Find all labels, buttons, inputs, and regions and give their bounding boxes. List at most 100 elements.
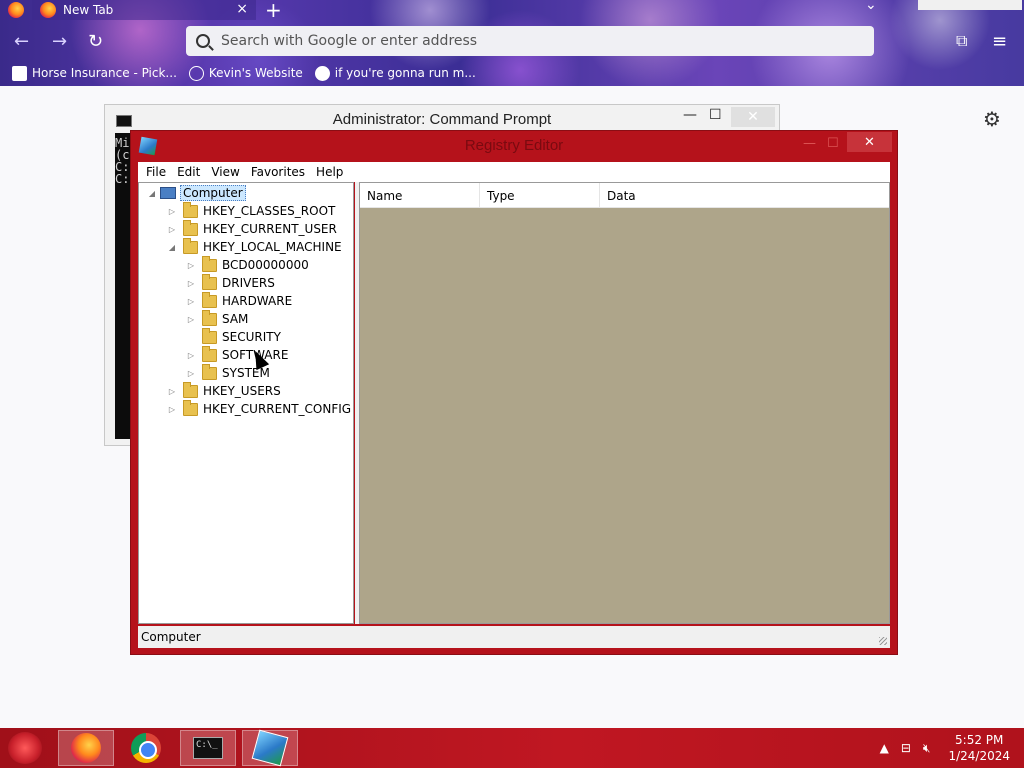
bookmark-kevins-website[interactable]: Kevin's Website [188,65,303,81]
expand-arrow-icon[interactable]: ▷ [186,351,196,360]
menu-edit[interactable]: Edit [177,165,200,179]
taskbar-chrome[interactable] [118,730,174,766]
reload-button[interactable]: ↻ [88,31,103,52]
tree-node-drivers[interactable]: ▷ DRIVERS [186,273,275,292]
folder-icon [183,381,198,398]
close-button[interactable]: ✕ [847,132,892,152]
bookmark-label: if you're gonna run m... [334,66,476,80]
window-title: Registry Editor [464,137,564,154]
folder-icon [183,237,198,254]
clock-date: 1/24/2024 [948,749,1010,763]
taskbar-cmd[interactable]: C:\_ [180,730,236,766]
bookmark-label: Horse Insurance - Pick... [32,66,177,80]
menu-favorites[interactable]: Favorites [251,165,305,179]
taskbar-firefox[interactable] [58,730,114,766]
tree-node-bcd[interactable]: ▷ BCD00000000 [186,255,309,274]
volume-muted-icon[interactable]: 🔇︎ [923,741,931,756]
menu-bar: File Edit View Favorites Help [138,162,890,182]
column-header-name[interactable]: Name [360,183,480,208]
bookmark-favicon-icon [314,65,330,81]
column-header-data[interactable]: Data [600,183,889,208]
folder-icon [183,219,198,236]
tab-new-tab[interactable]: New Tab × [32,0,256,20]
expand-arrow-icon[interactable]: ▷ [186,369,196,378]
bookmark-horse-insurance[interactable]: Horse Insurance - Pick... [12,65,177,81]
tree-node-computer[interactable]: ◢ Computer [147,184,246,202]
list-all-tabs-icon[interactable]: ⌄ [865,0,877,13]
back-button[interactable]: ← [14,31,29,52]
tree-node-hardware[interactable]: ▷ HARDWARE [186,291,292,310]
folder-icon [202,291,217,308]
taskbar-regedit[interactable] [242,729,298,767]
bookmarks-toolbar: Horse Insurance - Pick... Kevin's Websit… [0,62,1024,84]
bookmark-label: Kevin's Website [208,66,303,80]
menu-file[interactable]: File [146,165,166,179]
window-controls[interactable] [918,0,1022,10]
navigation-bar: ← → ↻ Search with Google or enter addres… [0,26,1024,60]
minimize-button[interactable]: — [683,107,697,123]
regedit-icon [251,729,289,767]
values-list[interactable]: Name Type Data [359,182,890,624]
menu-view[interactable]: View [211,165,239,179]
close-button[interactable]: ✕ [731,107,775,127]
gear-icon[interactable]: ⚙ [983,107,1001,131]
puzzle-icon[interactable]: ⧉ [956,31,967,51]
expand-arrow-icon[interactable]: ▷ [186,315,196,324]
folder-icon [202,345,217,362]
folder-icon [202,363,217,380]
forward-button[interactable]: → [52,31,67,52]
folder-icon [202,327,217,344]
globe-icon [188,65,204,81]
expand-arrow-icon[interactable]: ▷ [167,207,177,216]
tree-node-security[interactable]: SECURITY [186,327,281,346]
taskbar: C:\_ ▲ ⊟ 🔇︎ 5:52 PM 1/24/2024 [0,728,1024,768]
address-bar[interactable]: Search with Google or enter address [186,26,874,56]
chrome-icon [131,733,161,763]
expand-arrow-icon[interactable]: ▷ [167,405,177,414]
key-tree[interactable]: ◢ Computer ▷ HKEY_CLASSES_ROOT ▷ HKEY_CU… [138,182,354,624]
firefox-menu-icon[interactable] [8,2,24,18]
expand-arrow-icon[interactable]: ▷ [167,225,177,234]
search-icon [196,34,210,48]
column-header-type[interactable]: Type [480,183,600,208]
clock[interactable]: 5:52 PM 1/24/2024 [948,732,1010,764]
folder-icon [202,309,217,326]
resize-grip-icon[interactable] [879,637,887,645]
new-tab-button[interactable]: + [265,0,282,22]
menu-help[interactable]: Help [316,165,343,179]
tree-node-sam[interactable]: ▷ SAM [186,309,248,328]
folder-icon [202,255,217,272]
tab-close-button[interactable]: × [236,1,248,17]
tree-node-hku[interactable]: ▷ HKEY_USERS [167,381,281,400]
show-hidden-icons-icon[interactable]: ▲ [880,741,889,755]
expand-arrow-icon[interactable]: ▷ [167,387,177,396]
tab-title: New Tab [63,3,114,17]
bookmark-if-youre-gonna[interactable]: if you're gonna run m... [314,65,476,81]
registry-editor-window[interactable]: Registry Editor — ☐ ✕ File Edit View Fav… [130,130,898,655]
folder-icon [202,273,217,290]
start-button[interactable] [8,732,42,764]
network-icon[interactable]: ⊟ [901,741,911,755]
folder-icon [183,201,198,218]
tree-node-software[interactable]: ▷ SOFTWARE [186,345,288,364]
tree-node-hkcc[interactable]: ▷ HKEY_CURRENT_CONFIG [167,399,351,418]
maximize-button[interactable]: ☐ [709,107,722,123]
minimize-button[interactable]: — [803,136,816,151]
cmd-title: Administrator: Command Prompt [332,110,552,128]
expand-arrow-icon[interactable]: ▷ [186,297,196,306]
folder-icon [183,399,198,416]
collapse-arrow-icon[interactable]: ◢ [147,189,157,198]
tab-strip: New Tab × + ⌄ [0,0,1024,22]
expand-arrow-icon[interactable]: ▷ [186,279,196,288]
tree-node-hkcr[interactable]: ▷ HKEY_CLASSES_ROOT [167,201,335,220]
collapse-arrow-icon[interactable]: ◢ [167,243,177,252]
system-tray: ▲ ⊟ 🔇︎ 5:52 PM 1/24/2024 [880,728,1024,768]
tree-node-hklm[interactable]: ◢ HKEY_LOCAL_MACHINE [167,237,342,256]
expand-arrow-icon[interactable]: ▷ [186,261,196,270]
title-bar[interactable]: Registry Editor — ☐ ✕ [131,131,897,161]
firefox-icon [71,733,101,763]
tree-node-hkcu[interactable]: ▷ HKEY_CURRENT_USER [167,219,337,238]
maximize-button[interactable]: ☐ [827,136,839,151]
status-bar: Computer [138,626,890,648]
hamburger-menu-icon[interactable]: ≡ [992,31,1007,52]
